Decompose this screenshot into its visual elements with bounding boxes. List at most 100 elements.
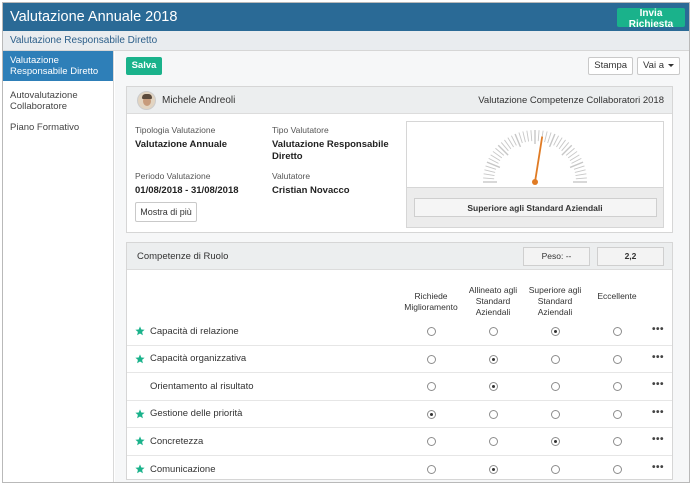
- gauge-tick: [544, 131, 548, 143]
- gauge-result-label: Superiore agli Standard Aziendali: [413, 198, 657, 217]
- rating-radio[interactable]: [551, 464, 560, 474]
- caret-down-icon: [668, 64, 674, 67]
- rating-radio[interactable]: [427, 437, 436, 446]
- gauge-tick: [561, 144, 573, 156]
- competencies-metrics: Peso: -- 2,2: [523, 246, 664, 266]
- gauge-footer: Superiore agli Standard Aziendali: [407, 187, 663, 227]
- save-button[interactable]: Salva: [126, 56, 162, 75]
- rating-radio[interactable]: [613, 464, 622, 474]
- evaluation-summary-card: Michele Andreoli Valutazione Competenze …: [126, 86, 673, 233]
- rating-column-headers: Richiede Miglioramento Allineato agli St…: [127, 285, 672, 321]
- rating-radio[interactable]: [613, 437, 622, 446]
- gauge-tick: [484, 169, 496, 173]
- submit-request-button[interactable]: Invia Richiesta: [617, 7, 685, 30]
- gauge-tick: [537, 130, 540, 142]
- star-icon: [135, 353, 145, 363]
- rating-radio[interactable]: [427, 327, 436, 336]
- rating-radio[interactable]: [489, 409, 498, 419]
- rating-radio[interactable]: [613, 409, 622, 419]
- gauge-tick: [575, 173, 587, 177]
- competencies-title: Competenze di Ruolo: [137, 250, 229, 262]
- rating-radio[interactable]: [613, 382, 622, 391]
- star-icon: [135, 463, 145, 473]
- goto-dropdown-label: Vai a: [643, 60, 664, 71]
- evaluator-type-label: Tipo Valutatore: [272, 125, 329, 135]
- competency-row: Gestione delle priorità •••: [127, 401, 672, 428]
- competency-label: Capacità di relazione: [150, 325, 239, 337]
- sidebar-item-manager-evaluation[interactable]: Valutazione Responsabile Diretto: [3, 51, 113, 81]
- rating-radio[interactable]: [551, 382, 560, 391]
- main-panel: Salva Stampa Vai a Michele Andreoli Valu…: [115, 51, 689, 482]
- goto-dropdown[interactable]: Vai a: [637, 56, 680, 75]
- gauge-panel: Superiore agli Standard Aziendali: [406, 121, 664, 228]
- gauge-tick: [522, 131, 526, 143]
- rating-radio[interactable]: [551, 354, 560, 364]
- more-dots-icon[interactable]: •••: [652, 407, 664, 418]
- gauge-hub: [532, 179, 538, 185]
- rating-radio[interactable]: [427, 382, 436, 391]
- rating-radio[interactable]: [489, 327, 498, 336]
- period-value: 01/08/2018 - 31/08/2018: [135, 185, 239, 196]
- rating-radio[interactable]: [427, 464, 436, 474]
- more-dots-icon[interactable]: •••: [652, 379, 664, 390]
- competency-row: Comunicazione •••: [127, 456, 672, 483]
- role-competencies-card: Competenze di Ruolo Peso: -- 2,2 Richied…: [126, 242, 673, 480]
- rating-radio[interactable]: [551, 437, 560, 446]
- competency-row: Capacità organizzativa •••: [127, 346, 672, 373]
- evaluator-type-value: Valutazione Responsabile Diretto: [272, 139, 389, 162]
- rating-radio[interactable]: [489, 437, 498, 446]
- show-more-button[interactable]: Mostra di più: [135, 202, 197, 222]
- gauge-needle: [534, 136, 544, 183]
- rating-radio[interactable]: [427, 354, 436, 364]
- weight-badge: Peso: --: [523, 246, 590, 266]
- rating-radio[interactable]: [489, 354, 498, 364]
- evaluation-type-field: Tipologia Valutazione Valutazione Annual…: [135, 125, 255, 151]
- gauge-tick: [483, 173, 495, 177]
- sidebar: Valutazione Responsabile Diretto Autoval…: [3, 51, 114, 482]
- rating-radio[interactable]: [489, 464, 498, 474]
- more-dots-icon[interactable]: •••: [652, 352, 664, 363]
- rating-radio[interactable]: [551, 409, 560, 419]
- evaluator-label: Valutatore: [272, 171, 311, 181]
- breadcrumb-label: Valutazione Responsabile Diretto: [10, 35, 158, 46]
- period-field: Periodo Valutazione 01/08/2018 - 31/08/2…: [135, 171, 255, 197]
- evaluation-type-label: Tipologia Valutazione: [135, 125, 216, 135]
- app-window: Valutazione Annuale 2018 Invia Richiesta…: [2, 2, 690, 483]
- rating-radio[interactable]: [613, 327, 622, 336]
- competency-label: Gestione delle priorità: [150, 408, 243, 420]
- competencies-header: Competenze di Ruolo Peso: -- 2,2: [127, 243, 672, 270]
- rating-radio[interactable]: [551, 327, 560, 336]
- gauge-tick: [547, 132, 552, 144]
- star-icon: [135, 326, 145, 336]
- top-bar: Valutazione Annuale 2018 Invia Richiesta: [3, 3, 689, 31]
- rating-radio[interactable]: [489, 382, 498, 391]
- more-dots-icon[interactable]: •••: [652, 434, 664, 445]
- rating-radio[interactable]: [613, 354, 622, 364]
- toolbar: Salva Stampa Vai a: [115, 54, 689, 77]
- rating-radio[interactable]: [427, 409, 436, 419]
- gauge-tick: [497, 144, 509, 156]
- avatar: [137, 90, 156, 110]
- content-area: Valutazione Responsabile Diretto Autoval…: [3, 51, 689, 482]
- competency-row: Orientamento al risultato •••: [127, 373, 672, 401]
- col-needs-improvement: Richiede Miglioramento: [404, 291, 458, 312]
- col-excellent: Eccellente: [597, 291, 637, 301]
- col-aligned: Allineato agli Standard Aziendali: [468, 285, 518, 317]
- gauge-tick: [575, 177, 587, 180]
- more-dots-icon[interactable]: •••: [652, 324, 664, 335]
- gauge-tick: [530, 130, 533, 142]
- toolbar-actions: Stampa Vai a: [588, 56, 680, 75]
- evaluation-type-value: Valutazione Annuale: [135, 139, 228, 150]
- breadcrumb: Valutazione Responsabile Diretto: [3, 31, 689, 51]
- sidebar-item-training-plan[interactable]: Piano Formativo: [3, 119, 113, 136]
- competency-label: Comunicazione: [150, 463, 216, 475]
- period-label: Periodo Valutazione: [135, 171, 211, 181]
- person-info: Michele Andreoli: [137, 90, 236, 110]
- more-dots-icon[interactable]: •••: [652, 462, 664, 473]
- summary-card-header: Michele Andreoli Valutazione Competenze …: [127, 87, 672, 114]
- print-button[interactable]: Stampa: [588, 56, 634, 75]
- sidebar-item-self-evaluation[interactable]: Autovalutazione Collaboratore: [3, 87, 113, 115]
- person-name: Michele Andreoli: [162, 94, 236, 106]
- score-badge: 2,2: [597, 246, 664, 266]
- competency-row: Concretezza •••: [127, 428, 672, 456]
